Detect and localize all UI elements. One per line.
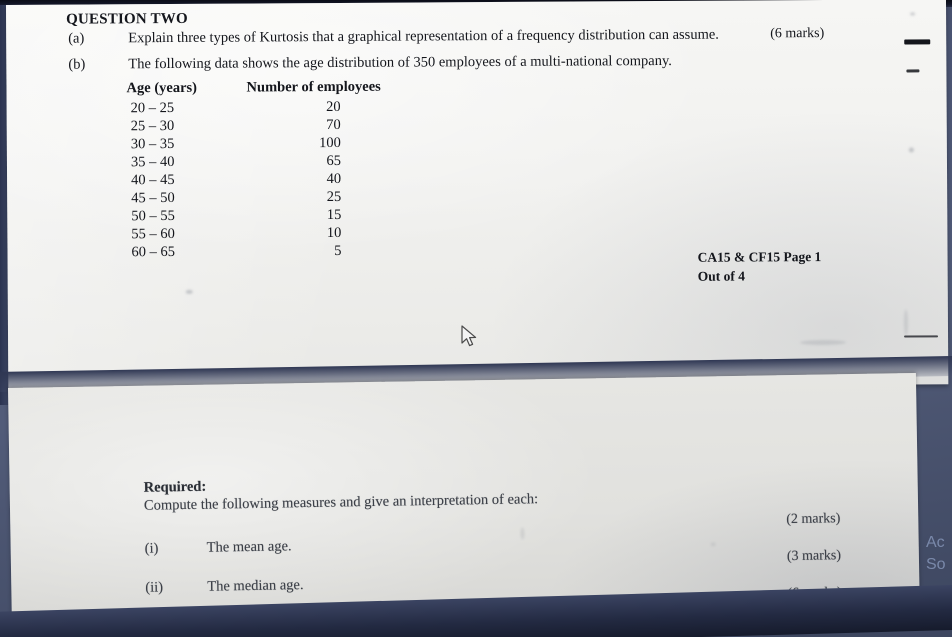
part-b-label: (b) <box>68 56 86 73</box>
paper-smudge <box>520 527 525 540</box>
page-footer-line1: CA15 & CF15 Page 1 <box>697 249 822 265</box>
cell-age: 40 – 45 <box>131 171 175 189</box>
cut-off-text-sliver: . . . . . <box>300 630 329 636</box>
cell-count: 15 <box>326 206 342 224</box>
cell-age: 30 – 35 <box>130 135 175 153</box>
cell-count: 70 <box>326 116 341 134</box>
paper-smudge <box>710 542 716 547</box>
pen-mark-edge <box>904 335 939 338</box>
cell-count: 10 <box>326 224 342 242</box>
cell-age: 55 – 60 <box>131 225 175 243</box>
mouse-cursor <box>461 325 479 349</box>
part-b-text: The following data shows the age distrib… <box>128 52 672 73</box>
part-a-text: Explain three types of Kurtosis that a g… <box>128 26 719 47</box>
cell-count: 5 <box>334 242 342 259</box>
cell-count: 100 <box>319 134 341 152</box>
question-title: QUESTION TWO <box>66 10 188 28</box>
cell-age: 50 – 55 <box>131 207 175 225</box>
edge-ui-text-line1: Ac <box>926 534 945 551</box>
cell-count: 40 <box>326 170 342 188</box>
required-item-i-label: (i) <box>144 540 159 557</box>
pen-mark-lower <box>906 69 920 73</box>
pen-mark-upper <box>904 39 931 45</box>
required-item-ii-text: The median age. <box>207 577 304 595</box>
required-item-i-text: The mean age. <box>206 538 292 556</box>
age-distribution-table: Age (years) Number of employees 20 – 25 … <box>126 79 380 262</box>
cell-age: 45 – 50 <box>131 189 175 207</box>
part-a-marks: (6 marks) <box>770 26 825 42</box>
paper-smudge <box>908 147 914 153</box>
cell-age: 25 – 30 <box>130 117 175 135</box>
table-header-age: Age (years) <box>126 79 198 97</box>
cell-age: 35 – 40 <box>130 153 175 171</box>
paper-smudge <box>185 289 193 294</box>
paper-smudge <box>800 339 847 346</box>
paper-crease <box>903 309 909 336</box>
required-item-ii-label: (ii) <box>145 579 164 596</box>
cell-count: 25 <box>326 188 342 206</box>
paper-smudge <box>910 12 916 16</box>
part-a-label: (a) <box>68 30 85 47</box>
cell-age: 60 – 65 <box>131 243 176 261</box>
screenshot-scene: QUESTION TWO (a) Explain three types of … <box>0 0 952 637</box>
required-heading: Required: <box>143 478 207 496</box>
required-item-ii-marks: (3 marks) <box>786 548 842 565</box>
cell-count: 65 <box>326 152 342 170</box>
table-header-count: Number of employees <box>246 78 381 96</box>
cell-age: 20 – 25 <box>130 99 175 117</box>
edge-ui-text-line2: So <box>926 556 946 573</box>
required-item-i-marks: (2 marks) <box>786 511 841 528</box>
page-footer-line2: Out of 4 <box>697 268 745 284</box>
cell-count: 20 <box>326 98 341 116</box>
